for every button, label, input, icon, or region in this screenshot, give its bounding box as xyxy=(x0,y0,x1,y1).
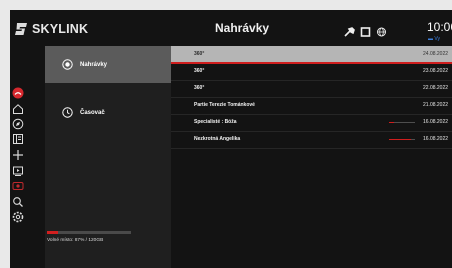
menu-item-recordings[interactable]: Nahrávky xyxy=(45,46,171,83)
recording-date: 21.08.2022 xyxy=(423,102,449,108)
brand-name: SKYLINK xyxy=(32,22,89,36)
media-icon[interactable] xyxy=(10,164,26,177)
recording-title: 360° xyxy=(194,68,205,74)
brand-logo: SKYLINK xyxy=(14,22,88,36)
menu-item-label: Časovač xyxy=(80,109,105,116)
recording-row[interactable]: Partie Terezie Tománkové 21.08.2022 xyxy=(171,97,452,115)
watch-progress-bar xyxy=(389,139,415,140)
settings-icon[interactable] xyxy=(10,210,26,223)
clock: 10:06 xyxy=(427,20,452,34)
clock-icon xyxy=(62,107,73,118)
recording-date: 22.08.2022 xyxy=(423,85,449,91)
recording-row[interactable]: 360° 23.08.2022 xyxy=(171,63,452,81)
recording-row[interactable]: Nezkrotná Angelika 16.08.2022 xyxy=(171,131,452,149)
stop-icon[interactable] xyxy=(360,24,371,37)
page-title: Nahrávky xyxy=(215,21,270,35)
menu-item-label: Nahrávky xyxy=(80,61,108,68)
storage-bar xyxy=(47,231,131,234)
globe-icon[interactable] xyxy=(376,24,387,37)
top-bar: SKYLINK Nahrávky 10:06 ▬ Vy xyxy=(10,10,452,46)
recording-title: Specialisté : Bóža xyxy=(194,119,237,125)
app-window: SKYLINK Nahrávky 10:06 ▬ Vy xyxy=(10,10,452,268)
recording-date: 16.08.2022 xyxy=(423,136,449,142)
watch-progress-bar xyxy=(389,122,415,123)
recording-date: 16.08.2022 xyxy=(423,119,449,125)
plus-icon[interactable] xyxy=(10,148,26,161)
status-icons xyxy=(344,24,387,37)
recording-title: 360° xyxy=(194,85,205,91)
storage-label: Volné místo: 87% / 120GB xyxy=(47,238,104,243)
compass-icon[interactable] xyxy=(10,117,26,130)
recording-row[interactable]: 360° 22.08.2022 xyxy=(171,80,452,98)
menu-item-timer[interactable]: Časovač xyxy=(45,94,171,131)
tv-guide-icon[interactable] xyxy=(10,132,26,145)
record-icon[interactable] xyxy=(10,179,26,192)
recording-date: 23.08.2022 xyxy=(423,68,449,74)
skylink-logo-icon xyxy=(15,23,27,35)
profile-icon[interactable] xyxy=(10,86,26,99)
watch-progress-fill xyxy=(389,139,412,140)
recording-row[interactable]: Specialisté : Bóža 16.08.2022 xyxy=(171,114,452,132)
recording-date: 24.08.2022 xyxy=(423,51,449,57)
recording-title: 360° xyxy=(194,51,205,57)
watch-progress-fill xyxy=(389,122,395,123)
recording-row[interactable]: 360° 24.08.2022 xyxy=(171,46,452,64)
home-icon[interactable] xyxy=(10,102,26,115)
storage-bar-fill xyxy=(47,231,58,234)
recording-title: Nezkrotná Angelika xyxy=(194,136,241,142)
search-icon[interactable] xyxy=(10,195,26,208)
tools-icon[interactable] xyxy=(344,24,355,37)
recording-title: Partie Terezie Tománkové xyxy=(194,102,255,108)
clock-subtitle: ▬ Vy xyxy=(428,36,441,42)
record-radio-icon xyxy=(62,59,73,70)
recordings-menu-panel: Nahrávky Časovač Volné místo: 87% / 120G… xyxy=(45,46,171,268)
